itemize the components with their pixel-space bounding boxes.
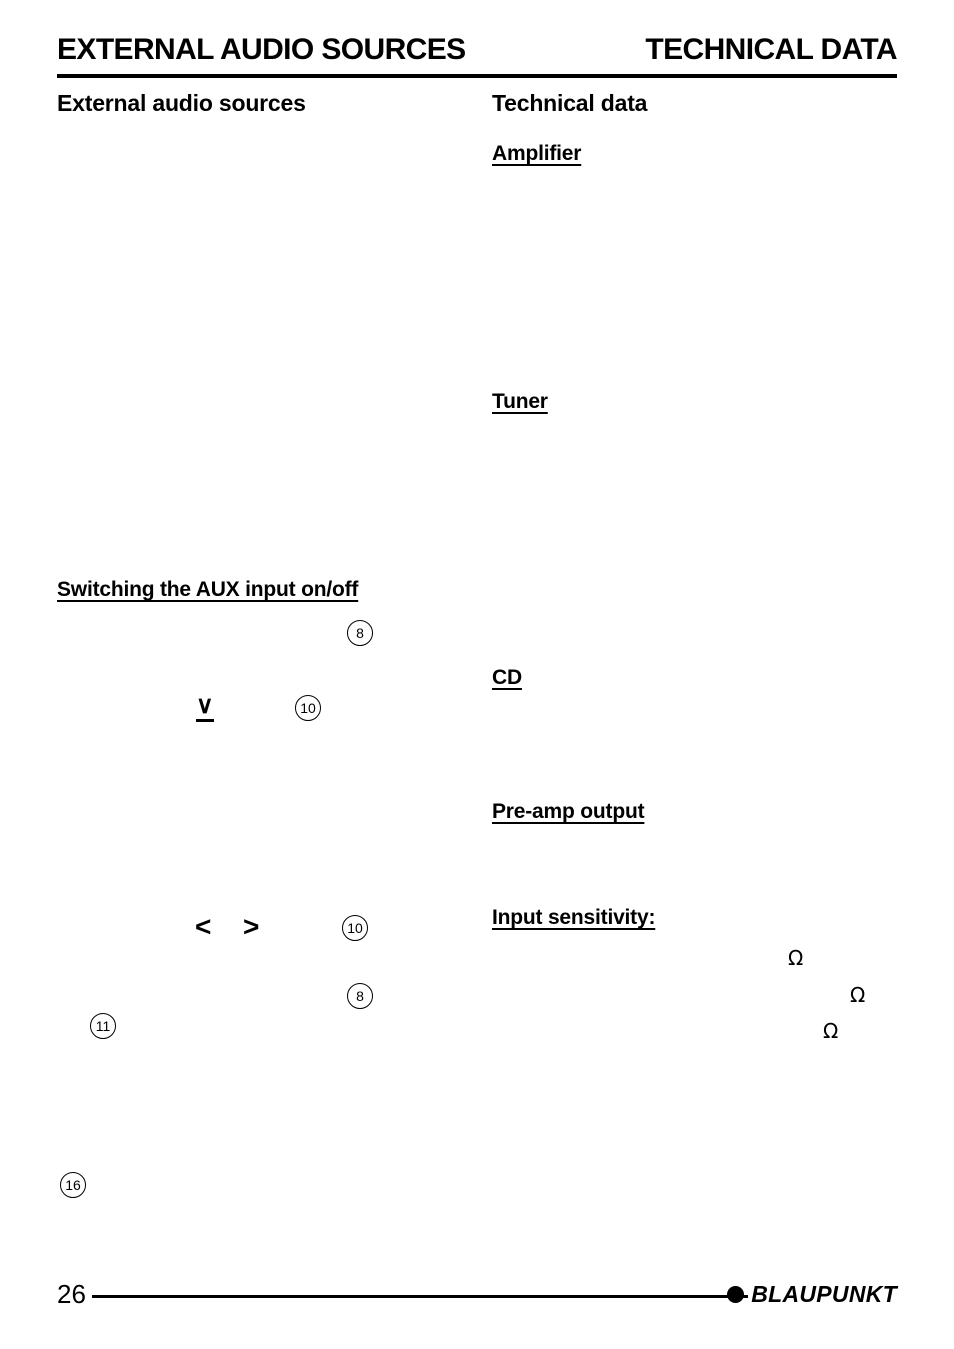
callout-number-10: 10 (342, 915, 368, 941)
right-column-title: Technical data (492, 90, 648, 116)
subheading-switching-aux-input: Switching the AUX input on/off (57, 578, 359, 601)
ohm-symbol: Ω (823, 1019, 839, 1043)
subheading-cd: CD (492, 666, 522, 689)
running-head-rule (57, 74, 897, 78)
running-head-right-title: TECHNICAL DATA (645, 33, 897, 66)
ohm-symbol: Ω (850, 983, 866, 1007)
subheading-pre-amp-output: Pre-amp output (492, 800, 645, 823)
callout-number-8: 8 (347, 620, 373, 646)
callout-number-16: 16 (60, 1172, 86, 1198)
subheading-tuner: Tuner (492, 390, 548, 413)
left-column-title: External audio sources (57, 90, 306, 116)
logo-wordmark: BLAUPUNKT (751, 1281, 897, 1307)
ohm-symbol: Ω (788, 946, 804, 970)
running-head-left-title: EXTERNAL AUDIO SOURCES (57, 33, 466, 66)
callout-number-10: 10 (295, 695, 321, 721)
right-chevron-button-icon: > (243, 911, 260, 942)
left-chevron-button-icon: < (195, 911, 212, 942)
filled-circle-icon (727, 1286, 745, 1303)
footer-rule (92, 1295, 748, 1298)
running-head: EXTERNAL AUDIO SOURCES TECHNICAL DATA (57, 33, 898, 73)
callout-number-8: 8 (347, 983, 373, 1009)
down-chevron-button-icon: ∨ (196, 694, 214, 722)
manual-page: EXTERNAL AUDIO SOURCES TECHNICAL DATA Ex… (0, 0, 954, 1349)
page-number: 26 (57, 1279, 86, 1309)
callout-number-11: 11 (90, 1013, 116, 1039)
subheading-amplifier: Amplifier (492, 142, 582, 165)
subheading-input-sensitivity: Input sensitivity: (492, 906, 656, 929)
blaupunkt-logo: BLAUPUNKT (727, 1283, 897, 1306)
